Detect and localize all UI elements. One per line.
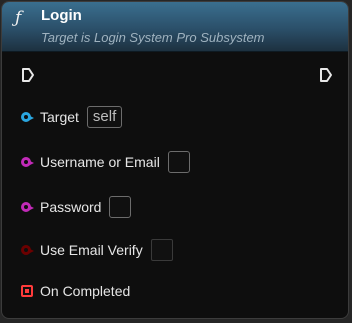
pin-row-username: Username or Email bbox=[21, 150, 190, 174]
exec-in-pin-icon[interactable] bbox=[21, 67, 35, 83]
username-pin-icon[interactable] bbox=[21, 157, 34, 167]
pin-row-use-email-verify: Use Email Verify bbox=[21, 238, 173, 262]
use-email-verify-checkbox[interactable] bbox=[150, 239, 173, 261]
use-email-verify-label: Use Email Verify bbox=[40, 242, 143, 258]
password-pin-icon[interactable] bbox=[21, 202, 34, 212]
target-value-field[interactable]: self bbox=[86, 106, 123, 128]
use-email-verify-pin-icon[interactable] bbox=[21, 245, 34, 255]
blueprint-node-login[interactable]: ƒ Login Target is Login System Pro Subsy… bbox=[1, 1, 349, 319]
pin-row-password: Password bbox=[21, 195, 132, 219]
delegate-pin-icon[interactable] bbox=[21, 285, 33, 297]
username-input[interactable] bbox=[167, 151, 190, 173]
target-pin-icon[interactable] bbox=[21, 112, 34, 122]
password-pin-label: Password bbox=[40, 199, 102, 215]
pin-row-on-completed: On Completed bbox=[21, 279, 130, 303]
exec-out-pin-icon[interactable] bbox=[319, 67, 333, 83]
username-pin-label: Username or Email bbox=[40, 154, 160, 170]
node-header[interactable]: ƒ Login Target is Login System Pro Subsy… bbox=[2, 2, 348, 52]
password-input[interactable] bbox=[109, 196, 132, 218]
node-subtitle: Target is Login System Pro Subsystem bbox=[41, 30, 265, 45]
node-title: Login bbox=[41, 7, 82, 24]
target-pin-label: Target bbox=[40, 109, 79, 125]
pin-row-target: Target self bbox=[21, 105, 123, 129]
on-completed-label: On Completed bbox=[40, 283, 131, 299]
function-icon: ƒ bbox=[15, 8, 22, 28]
